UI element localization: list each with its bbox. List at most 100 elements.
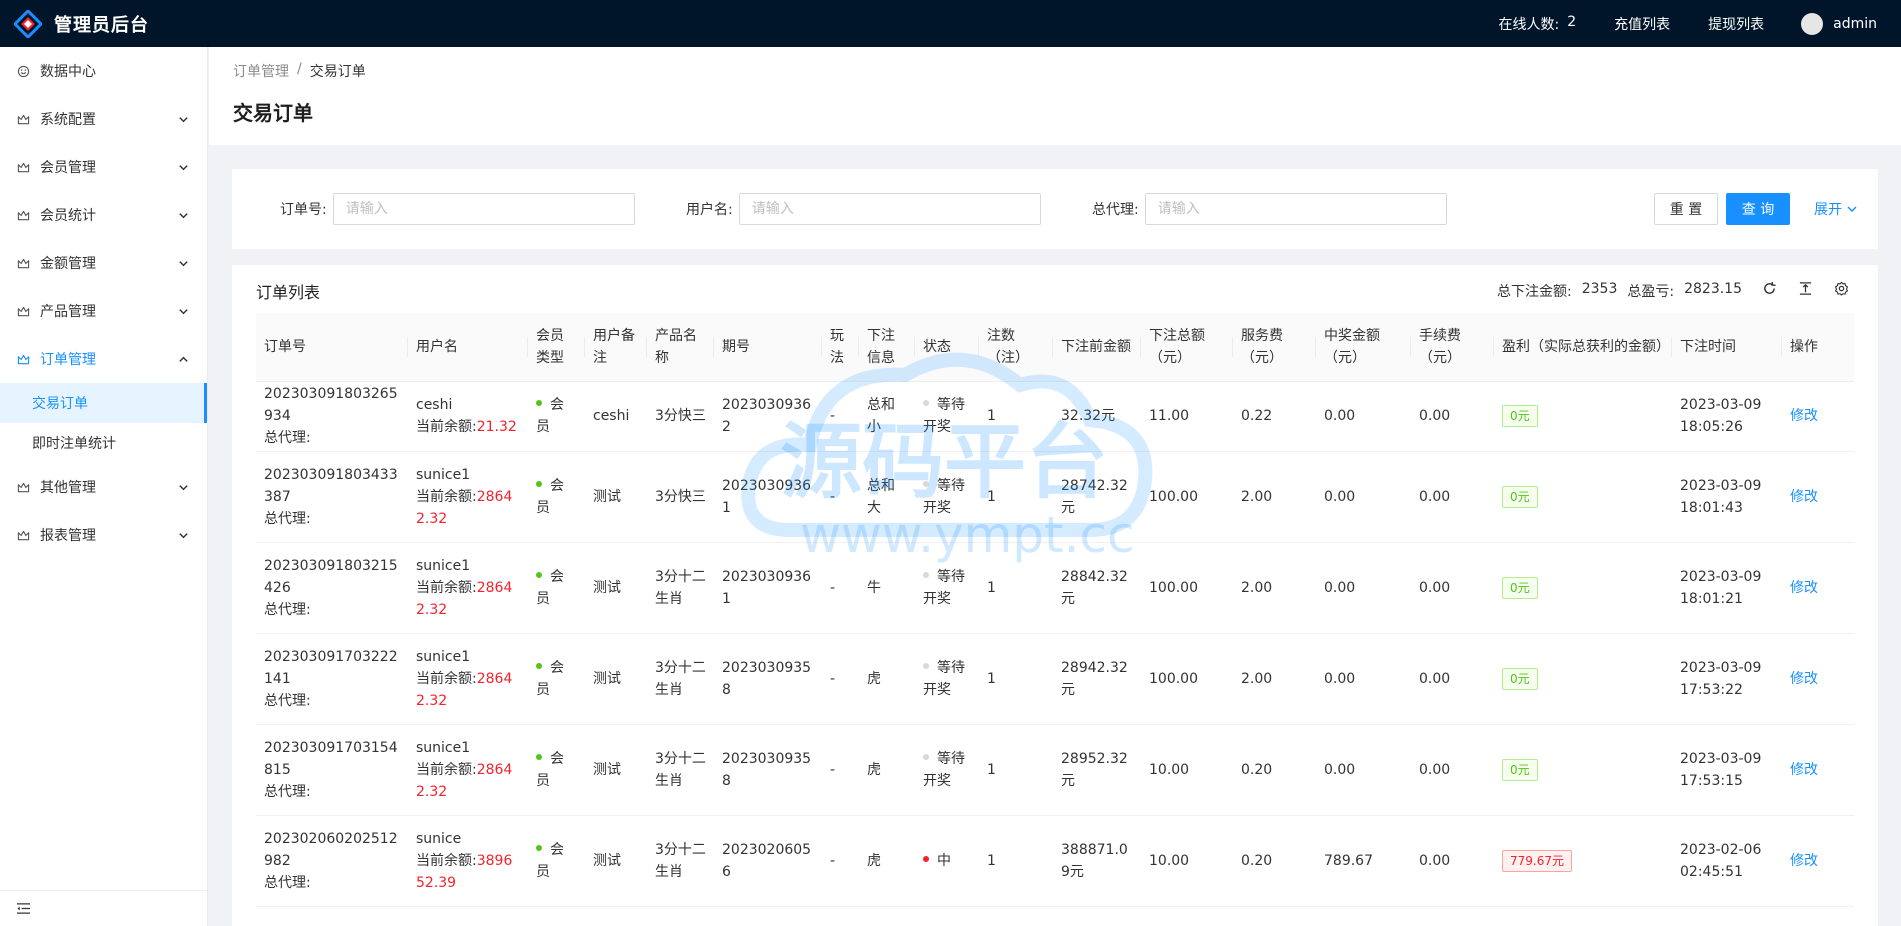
- sidebar-item-member-stats[interactable]: 会员统计: [0, 191, 207, 239]
- withdraw-list-link[interactable]: 提现列表: [1689, 14, 1783, 34]
- sidebar-item-data-center[interactable]: 数据中心: [0, 47, 207, 95]
- chevron-down-icon: [177, 209, 189, 221]
- cell-play: -: [822, 815, 859, 907]
- balance-value: 21.32: [476, 419, 517, 435]
- sidebar-item-order-management[interactable]: 订单管理: [0, 335, 207, 383]
- sidebar-item-label: 订单管理: [40, 352, 96, 368]
- cell-type: 会员: [528, 451, 585, 543]
- sidebar-item-report-management[interactable]: 报表管理: [0, 511, 207, 559]
- cell-play: -: [822, 381, 859, 452]
- cell-user: sunice1 当前余额:28642.32: [408, 542, 528, 634]
- cell-profit: 779.67元: [1494, 815, 1672, 907]
- chevron-down-icon: [177, 161, 189, 173]
- cell-user: sunice 当前余额:389652.39: [408, 815, 528, 907]
- recharge-list-link[interactable]: 充值列表: [1595, 14, 1689, 34]
- agent-label: 总代理:: [264, 510, 311, 527]
- cell-fee: 0.20: [1233, 815, 1316, 907]
- agent-input[interactable]: [1144, 193, 1447, 225]
- order-label: 订单号:: [280, 202, 327, 218]
- sidebar-item-label: 金额管理: [40, 256, 96, 272]
- cell-fee: 0.20: [1233, 724, 1316, 816]
- orders-table: 订单号 用户名 会员类型 用户备注 产品名称 期号 玩法 下注信息 状态 注数（…: [256, 313, 1854, 907]
- edit-button[interactable]: 修改: [1790, 408, 1818, 424]
- cell-product: 3分十二生肖: [647, 815, 714, 907]
- sidebar-item-label: 产品管理: [40, 304, 96, 320]
- edit-button[interactable]: 修改: [1790, 580, 1818, 596]
- status-text: 等待开奖: [923, 659, 965, 698]
- cell-order: 202302060202512982 总代理:: [256, 815, 408, 907]
- table-summary: 总下注金额: 2353 总盈亏: 2823.15: [1497, 281, 1742, 301]
- balance-label: 当前余额:: [416, 579, 477, 596]
- chevron-down-icon: [177, 113, 189, 125]
- cell-edit: 修改: [1782, 815, 1854, 907]
- col-header: 期号: [714, 313, 822, 382]
- cell-count: 1: [979, 633, 1053, 725]
- cell-issue: 20230309361: [714, 542, 822, 634]
- sidebar-item-amount-management[interactable]: 金额管理: [0, 239, 207, 287]
- sidebar-subitem-trade-orders[interactable]: 交易订单: [0, 383, 207, 423]
- edit-button[interactable]: 修改: [1790, 671, 1818, 687]
- sidebar-item-other-management[interactable]: 其他管理: [0, 463, 207, 511]
- user-menu[interactable]: admin: [1783, 12, 1901, 35]
- col-header: 会员类型: [528, 313, 585, 382]
- status-dot: [536, 571, 542, 578]
- status-dot: [923, 480, 929, 487]
- expand-label: 展开: [1814, 202, 1842, 218]
- cell-charge: 0.00: [1411, 381, 1494, 452]
- agent-label: 总代理:: [264, 874, 311, 891]
- online-label: 在线人数:: [1498, 16, 1560, 33]
- cell-product: 3分十二生肖: [647, 633, 714, 725]
- cell-issue: 20230309361: [714, 451, 822, 543]
- online-count: 2: [1567, 13, 1577, 30]
- cell-fee: 2.00: [1233, 542, 1316, 634]
- edit-button[interactable]: 修改: [1790, 762, 1818, 778]
- cell-bet: 总和大: [859, 451, 915, 543]
- col-header: 下注时间: [1672, 313, 1782, 382]
- expand-button[interactable]: 展开: [1806, 193, 1866, 225]
- table-header-row: 订单号 用户名 会员类型 用户备注 产品名称 期号 玩法 下注信息 状态 注数（…: [256, 313, 1854, 382]
- reload-icon[interactable]: [1760, 279, 1778, 297]
- cell-time: 2023-02-06 02:45:51: [1672, 815, 1782, 907]
- column-height-icon[interactable]: [1796, 279, 1814, 297]
- profit-tag: 0元: [1502, 667, 1538, 690]
- reset-button[interactable]: 重 置: [1654, 193, 1718, 225]
- username-input[interactable]: [738, 193, 1041, 225]
- crown-icon: [16, 256, 30, 270]
- sidebar-item-system-config[interactable]: 系统配置: [0, 95, 207, 143]
- cell-before: 388871.09元: [1053, 815, 1141, 907]
- status-dot: [923, 400, 929, 406]
- cell-status: 等待开奖: [915, 724, 979, 816]
- dashboard-icon: [16, 64, 30, 78]
- order-number-input[interactable]: [332, 193, 635, 225]
- sidebar-item-product-management[interactable]: 产品管理: [0, 287, 207, 335]
- cell-edit: 修改: [1782, 451, 1854, 543]
- logo[interactable]: 管理员后台: [0, 0, 149, 47]
- cell-charge: 0.00: [1411, 633, 1494, 725]
- sidebar-item-label: 会员统计: [40, 208, 96, 224]
- edit-button[interactable]: 修改: [1790, 489, 1818, 505]
- edit-button[interactable]: 修改: [1790, 853, 1818, 869]
- cell-product: 3分快三: [647, 451, 714, 543]
- order-number: 202303091803433387: [264, 466, 398, 505]
- cell-profit: 0元: [1494, 633, 1672, 725]
- collapse-sidebar-button[interactable]: [0, 890, 207, 926]
- sidebar-item-member-management[interactable]: 会员管理: [0, 143, 207, 191]
- page-header: 订单管理 / 交易订单 交易订单: [209, 47, 1901, 145]
- order-number: 202303091703222141: [264, 648, 398, 687]
- status-text: 中: [937, 852, 951, 869]
- col-header: 下注总额（元）: [1141, 313, 1233, 382]
- breadcrumb-parent[interactable]: 订单管理: [233, 61, 289, 81]
- menu-fold-icon: [16, 903, 30, 914]
- cell-user: sunice1 当前余额:28642.32: [408, 451, 528, 543]
- cell-time: 2023-03-09 18:05:26: [1672, 381, 1782, 452]
- status-text: 等待开奖: [923, 477, 965, 516]
- crown-icon: [16, 208, 30, 222]
- query-button[interactable]: 查 询: [1726, 193, 1790, 225]
- setting-icon[interactable]: [1832, 279, 1850, 297]
- app-title: 管理员后台: [54, 14, 149, 36]
- cell-status: 等待开奖: [915, 542, 979, 634]
- agent-label: 总代理:: [264, 692, 311, 709]
- sidebar-subitem-instant-bet-stats[interactable]: 即时注单统计: [0, 423, 207, 463]
- cell-bet: 总和小: [859, 381, 915, 452]
- cell-profit: 0元: [1494, 451, 1672, 543]
